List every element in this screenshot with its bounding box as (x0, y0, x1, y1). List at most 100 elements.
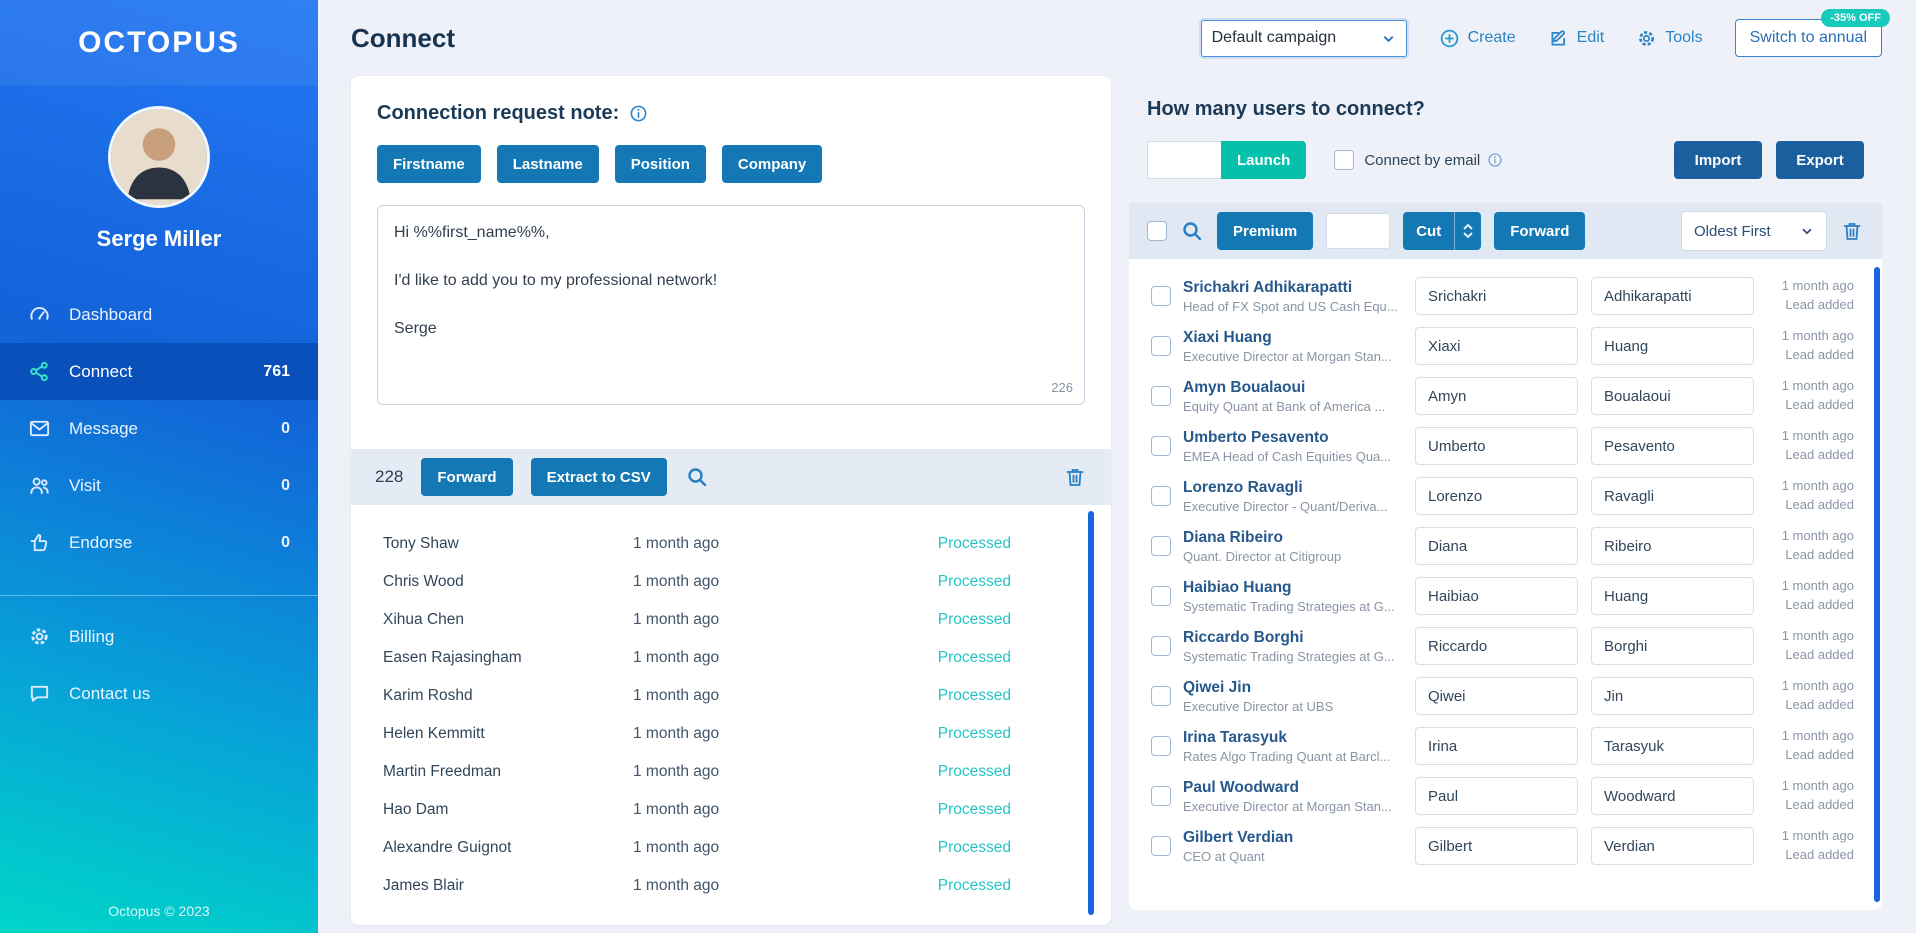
insert-position-button[interactable]: Position (614, 145, 706, 183)
last-name-input[interactable] (1591, 677, 1754, 715)
last-name-input[interactable] (1591, 527, 1754, 565)
insert-firstname-button[interactable]: Firstname (377, 145, 481, 183)
user-checkbox[interactable] (1151, 286, 1171, 306)
row-time: 1 month ago (633, 649, 720, 666)
connection-note-textarea[interactable]: Hi %%first_name%%, I'd like to add you t… (377, 205, 1085, 405)
first-name-input[interactable] (1415, 427, 1578, 465)
user-list: Srichakri Adhikarapatti Head of FX Spot a… (1129, 259, 1882, 910)
sidebar-item-contact-us[interactable]: Contact us (0, 665, 318, 722)
insert-company-button[interactable]: Company (721, 145, 823, 183)
trash-icon[interactable] (1840, 219, 1864, 243)
trash-icon[interactable] (1063, 465, 1087, 489)
launch-button[interactable]: Launch (1221, 141, 1307, 179)
first-name-input[interactable] (1415, 827, 1578, 865)
octopus-logo: OCTOPUS (78, 26, 240, 59)
forward-button[interactable]: Forward (421, 458, 513, 496)
sidebar-item-message[interactable]: Message 0 (0, 400, 318, 457)
user-checkbox[interactable] (1151, 686, 1171, 706)
cut-button[interactable]: Cut (1403, 212, 1482, 250)
row-status: Processed (937, 649, 1011, 666)
scrollbar[interactable] (1088, 511, 1094, 915)
page-title: Connect (351, 22, 455, 53)
search-icon[interactable] (685, 465, 709, 489)
endorse-count: 0 (281, 533, 290, 551)
user-time: 1 month ago (1781, 678, 1854, 694)
search-icon[interactable] (1180, 219, 1204, 243)
row-name: Easen Rajasingham (383, 649, 522, 666)
import-button[interactable]: Import (1674, 141, 1762, 179)
scrollbar[interactable] (1874, 267, 1880, 902)
row-status: Processed (937, 611, 1011, 628)
first-name-input[interactable] (1415, 277, 1578, 315)
last-name-input[interactable] (1591, 627, 1754, 665)
user-checkbox[interactable] (1151, 736, 1171, 756)
sidebar-item-visit[interactable]: Visit 0 (0, 457, 318, 514)
campaign-select[interactable]: Default campaign (1200, 19, 1407, 57)
last-name-input[interactable] (1591, 827, 1754, 865)
user-subtitle: Rates Algo Trading Quant at Barcl... (1183, 748, 1391, 764)
sidebar-item-endorse[interactable]: Endorse 0 (0, 514, 318, 571)
row-status: Processed (937, 763, 1011, 780)
create-label: Create (1467, 29, 1516, 46)
connect-by-email-checkbox[interactable] (1334, 150, 1355, 170)
insert-lastname-button[interactable]: Lastname (496, 145, 599, 183)
premium-button[interactable]: Premium (1217, 212, 1314, 250)
user-name: Lorenzo Ravagli (1183, 478, 1303, 496)
first-name-input[interactable] (1415, 627, 1578, 665)
tools-button[interactable]: Tools (1636, 28, 1703, 49)
copyright: Octopus © 2023 (108, 903, 210, 919)
stepper-icon[interactable] (1455, 221, 1481, 241)
message-count: 0 (281, 419, 290, 437)
row-status: Processed (937, 839, 1011, 856)
edit-button[interactable]: Edit (1548, 28, 1604, 49)
user-checkbox[interactable] (1151, 636, 1171, 656)
info-icon[interactable] (629, 104, 648, 123)
last-name-input[interactable] (1591, 727, 1754, 765)
last-name-input[interactable] (1591, 377, 1754, 415)
first-name-input[interactable] (1415, 377, 1578, 415)
first-name-input[interactable] (1415, 677, 1578, 715)
sidebar-item-connect[interactable]: Connect 761 (0, 343, 318, 400)
last-name-input[interactable] (1591, 327, 1754, 365)
switch-to-annual-button[interactable]: Switch to annual -35% OFF (1734, 9, 1890, 57)
select-all-checkbox[interactable] (1147, 221, 1167, 241)
create-button[interactable]: Create (1439, 28, 1516, 49)
connection-note-card: Connection request note: Firstname Lastn… (351, 76, 1111, 925)
last-name-input[interactable] (1591, 577, 1754, 615)
user-checkbox[interactable] (1151, 536, 1171, 556)
user-time: 1 month ago (1781, 478, 1854, 494)
sidebar-item-billing[interactable]: Billing (0, 608, 318, 665)
first-name-input[interactable] (1415, 327, 1578, 365)
user-checkbox[interactable] (1151, 436, 1171, 456)
list-item: Xiaxi Huang Executive Director at Morgan … (1151, 321, 1870, 371)
info-icon[interactable] (1487, 152, 1503, 168)
user-checkbox[interactable] (1151, 336, 1171, 356)
last-name-input[interactable] (1591, 427, 1754, 465)
user-time: 1 month ago (1781, 628, 1854, 644)
user-checkbox[interactable] (1151, 486, 1171, 506)
user-checkbox[interactable] (1151, 386, 1171, 406)
row-time: 1 month ago (633, 573, 720, 590)
note-toolbar: 228 Forward Extract to CSV (351, 449, 1111, 505)
user-status: Lead added (1785, 697, 1854, 712)
first-name-input[interactable] (1415, 777, 1578, 815)
first-name-input[interactable] (1415, 477, 1578, 515)
last-name-input[interactable] (1591, 277, 1754, 315)
user-subtitle: Quant. Director at Citigroup (1183, 548, 1342, 564)
topbar: Connect Default campaign Create Edit Too… (318, 0, 1916, 76)
first-name-input[interactable] (1415, 527, 1578, 565)
last-name-input[interactable] (1591, 777, 1754, 815)
sort-select[interactable]: Oldest First (1681, 211, 1827, 251)
users-count-input[interactable] (1147, 141, 1221, 179)
export-button[interactable]: Export (1776, 141, 1864, 179)
user-checkbox[interactable] (1151, 786, 1171, 806)
first-name-input[interactable] (1415, 577, 1578, 615)
extract-to-csv-button[interactable]: Extract to CSV (530, 458, 667, 496)
sidebar-item-dashboard[interactable]: Dashboard (0, 286, 318, 343)
forward-button[interactable]: Forward (1494, 212, 1586, 250)
user-checkbox[interactable] (1151, 836, 1171, 856)
last-name-input[interactable] (1591, 477, 1754, 515)
cut-count-input[interactable] (1326, 213, 1391, 249)
first-name-input[interactable] (1415, 727, 1578, 765)
user-checkbox[interactable] (1151, 586, 1171, 606)
